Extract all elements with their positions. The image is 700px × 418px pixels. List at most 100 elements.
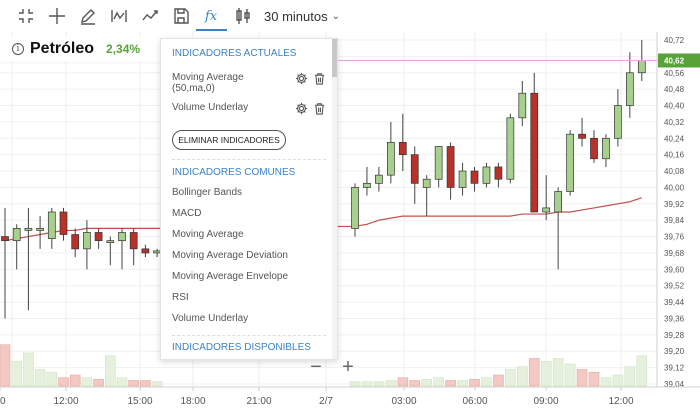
wave-icon[interactable] [103,1,134,31]
candle-body [566,133,574,192]
volume-bar [151,381,163,387]
common-indicators-list: Bollinger Bands MACD Moving Average Movi… [161,182,337,329]
candle-body [422,178,431,188]
candle-body [71,234,80,250]
y-tick-label: 39,68 [664,249,685,258]
gear-icon[interactable] [295,72,308,88]
candle-body [434,146,443,180]
pencil-icon[interactable] [72,1,103,31]
y-tick-label: 40,24 [664,134,685,143]
candle-body [83,232,91,250]
candle-body [36,228,44,231]
current-indicator-label: Volume Underlay [172,102,249,113]
volume-bar [457,380,468,387]
y-tick-label: 39,76 [664,233,685,242]
y-tick-label: 40,00 [664,183,685,192]
volume-bar [11,360,22,387]
volume-bar [93,379,104,387]
candle-body [351,187,359,229]
candle-body [518,92,527,119]
x-tick-label: 18:00 [180,396,205,407]
zoom-in-button[interactable]: + [337,356,359,378]
y-tick-label: 39,04 [664,380,685,389]
info-icon[interactable]: i [12,43,24,55]
y-tick-label: 39,12 [664,364,685,373]
instrument-name: Petróleo [30,40,95,57]
candle-body [482,166,491,184]
volume-bar [397,377,409,387]
indicator-item[interactable]: MACD [161,203,337,224]
trash-icon[interactable] [313,102,326,118]
volume-bar [34,369,46,387]
fullscreen-icon[interactable] [10,1,41,31]
interval-dropdown[interactable]: 30 minutos ⌄ [264,9,340,24]
gear-icon[interactable] [295,102,308,118]
trend-icon[interactable] [134,1,165,31]
y-tick-label: 39,20 [664,347,685,356]
current-indicators-title: INDICADORES ACTUALES [172,48,297,59]
volume-bar [0,344,11,387]
toolbar: fx 30 minutos ⌄ [0,0,700,32]
volume-bar [481,377,492,387]
candle-body [59,211,68,235]
volume-bar [69,374,81,387]
candle-body [12,228,21,242]
volume-bar [361,381,373,387]
indicators-panel: INDICADORES ACTUALES Moving Average (50,… [160,38,338,360]
candle-body [506,117,515,180]
indicator-item[interactable]: Moving Average [161,224,337,245]
fx-icon[interactable]: fx [196,1,227,31]
volume-bar [600,377,612,387]
volume-bar [445,380,456,387]
save-icon[interactable] [165,1,196,31]
volume-bar [564,363,576,387]
y-tick-label: 40,56 [664,69,685,78]
candle-body [614,105,622,139]
candle-body [590,137,598,160]
volume-bar [540,360,552,387]
x-tick-label: 15:00 [127,396,152,407]
volume-bar [624,366,636,387]
panel-scrollbar[interactable] [332,39,337,359]
indicator-item[interactable]: Moving Average Envelope [161,266,337,287]
candle-body [470,170,479,184]
current-indicator-label: Moving Average [172,72,244,83]
y-tick-label: 39,60 [664,265,685,274]
volume-bar [128,380,139,387]
x-tick-label: 03:00 [391,396,416,407]
candle-body [410,154,419,184]
interval-label: 30 minutos [264,8,328,24]
candle-body [375,174,383,184]
current-price-label: 40,62 [664,56,685,65]
y-tick-label: 39,92 [664,200,685,209]
common-indicators-title: INDICADORES COMUNES [172,167,296,178]
candle-body [24,228,33,231]
scroll-thumb[interactable] [332,39,337,77]
change-percent: 2,34% [106,42,141,56]
volume-bar [58,377,69,387]
candle-body [118,232,126,242]
volume-bar [373,381,385,387]
indicator-item[interactable]: Volume Underlay [161,308,337,329]
indicator-item[interactable]: Bollinger Bands [161,182,337,203]
divider [172,159,326,160]
divider [172,335,326,336]
y-tick-label: 40,16 [664,151,685,160]
y-tick-label: 39,44 [664,298,685,307]
svg-text:fx: fx [204,9,218,24]
candle-body [458,170,467,188]
indicator-item[interactable]: Moving Average Deviation [161,245,337,266]
volume-bar [505,369,516,387]
candle-body [578,133,586,139]
candle-body [387,142,395,176]
volume-bar [552,358,564,387]
volume-bar [421,379,433,387]
indicator-item[interactable]: RSI [161,287,337,308]
trash-icon[interactable] [313,72,326,88]
volume-bar [493,374,504,387]
crosshair-icon[interactable] [41,1,72,31]
remove-indicators-button[interactable]: ELIMINAR INDICADORES [172,130,286,150]
candle-body [446,146,455,188]
x-tick-label: 21:00 [246,396,271,407]
candle-type-icon[interactable] [227,1,258,31]
